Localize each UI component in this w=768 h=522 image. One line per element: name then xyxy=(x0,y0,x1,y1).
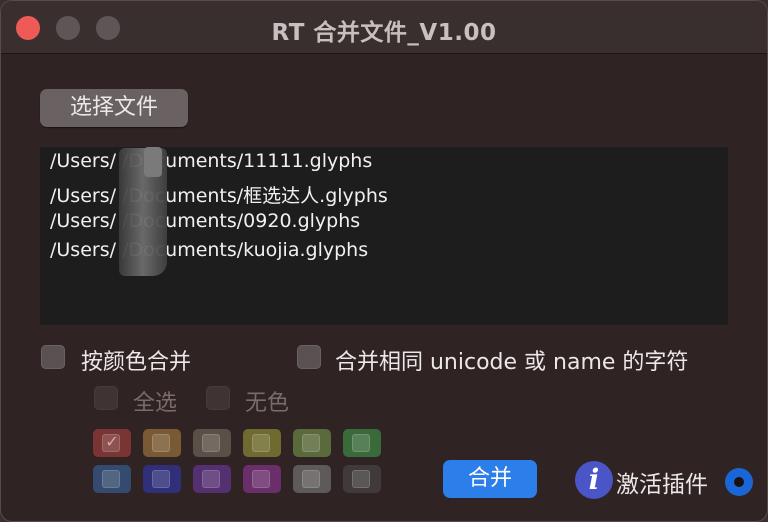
color-swatch-light-blue[interactable] xyxy=(93,465,131,493)
file-list-item[interactable]: /Users/ /Documents/11111.glyphs xyxy=(50,150,372,172)
color-swatch-dark-blue[interactable] xyxy=(143,465,181,493)
plugin-window: RT 合并文件_V1.00 选择文件 /Users/ /Documents/11… xyxy=(0,0,768,522)
merge-same-unicode-label: 合并相同 unicode 或 name 的字符 xyxy=(335,350,689,375)
file-list-item[interactable]: /Users/ /Documents/kuojia.glyphs xyxy=(50,239,368,261)
merge-by-color-label: 按颜色合并 xyxy=(81,350,192,375)
activation-status-icon[interactable] xyxy=(725,468,753,496)
select-all-checkbox[interactable] xyxy=(94,386,118,410)
select-all-label: 全选 xyxy=(133,391,178,416)
no-color-checkbox[interactable] xyxy=(206,386,230,410)
merge-button[interactable]: 合并 xyxy=(443,460,537,498)
window-title: RT 合并文件_V1.00 xyxy=(271,20,497,46)
choose-file-button[interactable]: 选择文件 xyxy=(40,89,188,127)
color-swatch-dark-green[interactable] xyxy=(343,429,381,457)
color-swatch-yellow[interactable] xyxy=(243,429,281,457)
activate-plugin-label[interactable]: 激活插件 xyxy=(616,465,708,499)
color-swatch-light-gray[interactable] xyxy=(293,465,331,493)
color-swatch-light-green[interactable] xyxy=(293,429,331,457)
info-icon[interactable]: i xyxy=(575,461,613,499)
title-bar: RT 合并文件_V1.00 xyxy=(1,1,767,54)
color-swatch-brown[interactable] xyxy=(193,429,231,457)
color-swatch-red[interactable]: ✓ xyxy=(93,429,131,457)
color-swatch-orange[interactable] xyxy=(143,429,181,457)
merge-by-color-checkbox[interactable] xyxy=(41,345,65,369)
color-swatch-dark-gray[interactable] xyxy=(343,465,381,493)
color-swatch-magenta[interactable] xyxy=(243,465,281,493)
merge-same-unicode-checkbox[interactable] xyxy=(297,345,321,369)
no-color-label: 无色 xyxy=(245,391,290,416)
file-list-item[interactable]: /Users/ /Documents/框选达人.glyphs xyxy=(50,181,388,208)
file-list-item[interactable]: /Users/ /Documents/0920.glyphs xyxy=(50,210,360,232)
redacted-username-top xyxy=(144,147,162,177)
checkmark-icon: ✓ xyxy=(105,432,119,451)
color-swatch-purple[interactable] xyxy=(193,465,231,493)
